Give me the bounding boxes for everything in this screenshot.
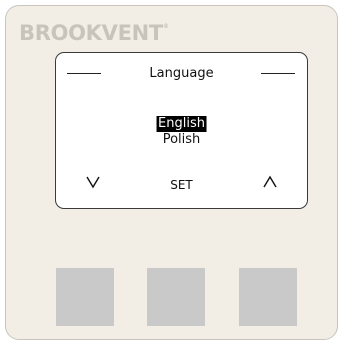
chevron-up-icon[interactable] bbox=[262, 175, 278, 189]
right-physical-button[interactable] bbox=[239, 268, 297, 326]
registered-mark: ® bbox=[162, 23, 169, 30]
language-option-polish[interactable]: Polish bbox=[161, 132, 203, 148]
brand-name: BROOKVENT bbox=[19, 21, 163, 45]
language-option-english[interactable]: English bbox=[156, 116, 207, 132]
center-physical-button[interactable] bbox=[147, 268, 205, 326]
chevron-up-icon-graphic bbox=[263, 175, 277, 188]
controller-panel: BROOKVENT® Language English Polish SET bbox=[5, 5, 338, 340]
lcd-screen: Language English Polish SET bbox=[55, 52, 308, 209]
right-dash bbox=[261, 73, 295, 75]
brand-logo: BROOKVENT® bbox=[19, 21, 169, 45]
left-physical-button[interactable] bbox=[56, 268, 114, 326]
